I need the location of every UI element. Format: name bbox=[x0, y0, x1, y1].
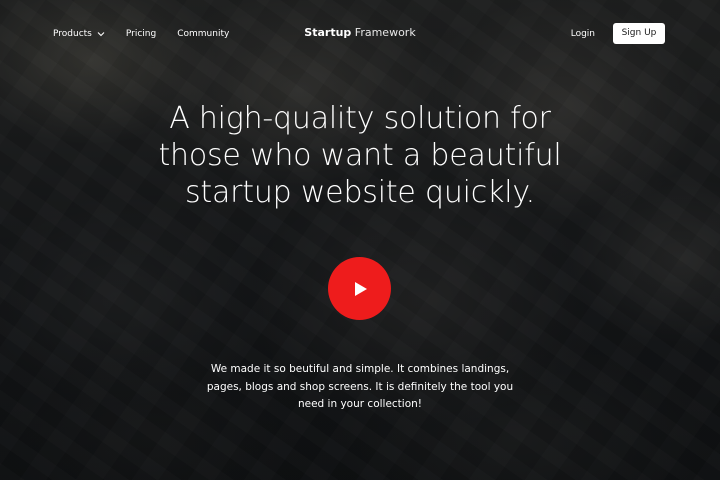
hero-description-line: We made it so beutiful and simple. It co… bbox=[210, 363, 510, 375]
hero-description-line: need in your collection! bbox=[297, 398, 423, 410]
hero-title-line: A high-quality solution for bbox=[169, 101, 551, 136]
navbar: Products Pricing Community Startup Frame… bbox=[0, 0, 720, 68]
hero-description: We made it so beutiful and simple. It co… bbox=[190, 361, 530, 414]
signup-button[interactable]: Sign Up bbox=[613, 23, 665, 44]
play-icon bbox=[355, 281, 367, 296]
hero-description-line: pages, blogs and shop screens. It is def… bbox=[206, 380, 514, 393]
brand-name-light: Framework bbox=[354, 26, 416, 39]
hero-title: A high-quality solution for those who wa… bbox=[0, 100, 720, 211]
page: Products Pricing Community Startup Frame… bbox=[0, 0, 720, 480]
login-link[interactable]: Login bbox=[571, 29, 595, 39]
hero-title-line: those who want a beautiful bbox=[158, 138, 562, 173]
play-video-button[interactable] bbox=[328, 257, 391, 320]
nav-auth: Login Sign Up bbox=[571, 23, 665, 44]
hero-title-line: startup website quickly. bbox=[184, 175, 536, 210]
brand-name-bold: Startup bbox=[304, 26, 352, 39]
